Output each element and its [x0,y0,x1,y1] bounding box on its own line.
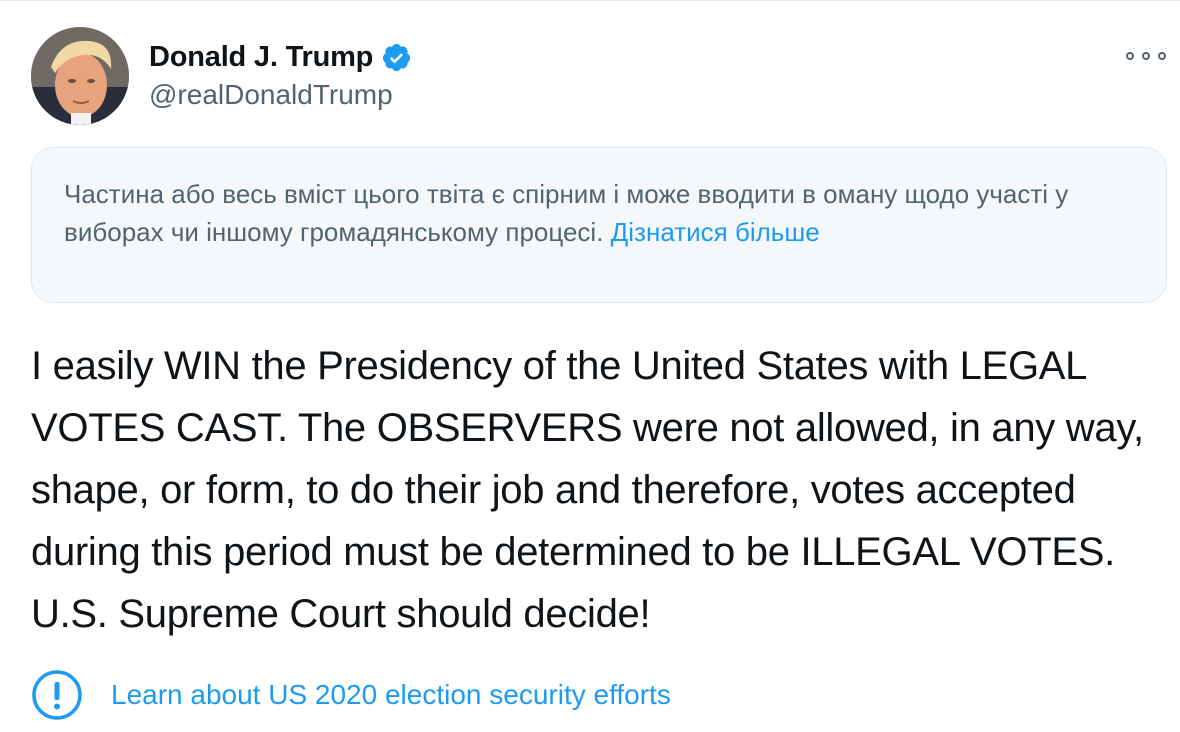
disputed-content-notice: Частина або весь вміст цього твіта є спі… [31,147,1167,303]
more-dot [1142,52,1150,60]
avatar[interactable] [31,27,129,125]
learn-more-link[interactable]: Дізнатися більше [611,217,820,247]
more-dot [1126,52,1134,60]
exclamation-circle-icon [31,669,83,721]
more-options-icon[interactable] [1126,45,1166,67]
author-display-name[interactable]: Donald J. Trump [149,41,373,74]
election-label[interactable]: Learn about US 2020 election security ef… [31,669,671,721]
notice-text: Частина або весь вміст цього твіта є спі… [64,179,1069,247]
more-dot [1158,52,1166,60]
tweet-card: Donald J. Trump @realDonaldTrump Частина… [0,0,1180,732]
author-name-row: Donald J. Trump [149,38,412,76]
election-label-text[interactable]: Learn about US 2020 election security ef… [111,679,671,711]
tweet-text: I easily WIN the Presidency of the Unite… [31,344,1144,636]
author-handle[interactable]: @realDonaldTrump [149,79,393,111]
avatar-image [31,27,129,125]
verified-badge-icon [381,42,412,73]
